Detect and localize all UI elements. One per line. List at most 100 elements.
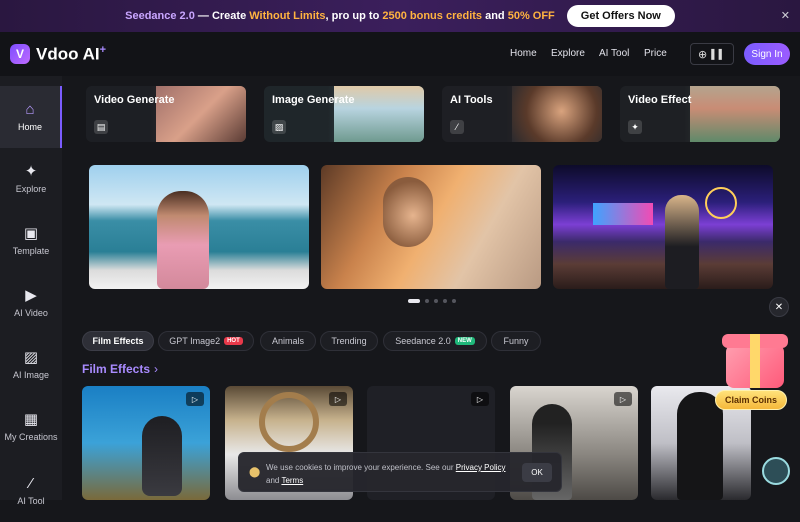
tab-film-effects[interactable]: Film Effects: [82, 331, 154, 351]
sidebar-item-label: AI Video: [14, 308, 48, 318]
close-icon[interactable]: ✕: [781, 9, 790, 22]
tab-trending[interactable]: Trending: [320, 331, 378, 351]
promo-highlight-1: Without Limits: [249, 10, 326, 22]
carousel-dot[interactable]: [443, 299, 447, 303]
tab-label: Film Effects: [92, 336, 144, 346]
card-image-generate[interactable]: Image Generate ▨: [264, 86, 424, 142]
grid-icon: ▦: [23, 411, 39, 428]
new-badge: NEW: [454, 337, 475, 345]
promo-text-1: — Create: [194, 10, 250, 22]
promo-highlight-2: 2500 bonus credits: [382, 10, 483, 22]
play-icon[interactable]: ▷: [186, 392, 204, 406]
person-figure: [157, 191, 209, 289]
sidebar-item-label: AI Image: [12, 370, 50, 380]
promo-product: Seedance 2.0: [125, 10, 195, 22]
privacy-policy-link[interactable]: Privacy Policy: [456, 463, 506, 472]
section-title-text: Film Effects: [82, 362, 151, 376]
home-icon: ⌂: [25, 101, 35, 118]
nav-home[interactable]: Home: [510, 48, 537, 59]
play-icon[interactable]: ▷: [329, 392, 347, 406]
section-title[interactable]: Film Effects ›: [82, 362, 158, 376]
card-title: Video Effect: [628, 94, 692, 106]
card-video-effect[interactable]: Video Effect ✦: [620, 86, 780, 142]
promo-text-2: , pro up to: [325, 10, 383, 22]
chat-avatar-icon[interactable]: [762, 457, 790, 485]
get-offers-button[interactable]: Get Offers Now: [566, 5, 675, 27]
gift-box-icon[interactable]: [718, 322, 792, 392]
tab-funny[interactable]: Funny: [491, 331, 541, 351]
carousel-slide[interactable]: [89, 165, 309, 289]
logo-icon: V: [10, 44, 30, 65]
card-title: Video Generate: [94, 94, 175, 106]
chevron-right-icon: ›: [154, 362, 159, 376]
nav-explore[interactable]: Explore: [551, 48, 585, 59]
tab-gpt-image2[interactable]: GPT Image2 HOT: [158, 331, 254, 351]
carousel-dot[interactable]: [408, 299, 420, 303]
sidebar-item-my-creations[interactable]: ▦ My Creations: [0, 396, 62, 458]
columns-icon: ▌▌: [711, 49, 726, 59]
portal-ring: [259, 392, 319, 452]
card-title: Image Generate: [272, 94, 355, 106]
ferris-wheel: [705, 187, 737, 219]
card-title: AI Tools: [450, 94, 493, 106]
sidebar-item-ai-tool[interactable]: ⁄ AI Tool: [0, 460, 62, 522]
promo-text-3: and: [482, 10, 508, 22]
close-gift-button[interactable]: ✕: [769, 297, 789, 317]
tab-animals[interactable]: Animals: [260, 331, 316, 351]
tab-label: Trending: [331, 336, 367, 346]
claim-coins-button[interactable]: Claim Coins: [715, 390, 787, 410]
tab-label: Animals: [271, 336, 304, 346]
brand-name: Vdoo AI+: [36, 44, 107, 64]
sign-in-button[interactable]: Sign In: [744, 43, 790, 65]
cookie-text: We use cookies to improve your experienc…: [266, 461, 516, 487]
promo-banner: Seedance 2.0 — Create Without Limits , p…: [0, 0, 800, 32]
cookie-ok-button[interactable]: OK: [522, 463, 552, 482]
cookie-icon: ⬤: [249, 467, 261, 478]
card-video-generate[interactable]: Video Generate ▤: [86, 86, 246, 142]
image-icon: ▨: [272, 120, 286, 134]
diver-figure: [142, 416, 182, 496]
wand-icon: ⁄: [29, 475, 33, 492]
person-figure: [383, 177, 433, 247]
carousel-slide[interactable]: [553, 165, 773, 289]
sidebar-item-label: Explore: [15, 184, 47, 194]
carousel-dot[interactable]: [425, 299, 429, 303]
logo[interactable]: V Vdoo AI+: [10, 44, 106, 65]
nav-price[interactable]: Price: [644, 48, 667, 59]
sidebar-item-home[interactable]: ⌂ Home: [0, 86, 62, 148]
terms-link[interactable]: Terms: [281, 476, 303, 485]
card-ai-tools[interactable]: AI Tools ⁄: [442, 86, 602, 142]
cookie-message: We use cookies to improve your experienc…: [266, 463, 456, 472]
video-icon: ▶: [25, 287, 37, 304]
carousel-dot[interactable]: [434, 299, 438, 303]
top-header: [0, 32, 800, 76]
language-button[interactable]: ⊕ ▌▌: [690, 43, 734, 65]
hot-badge: HOT: [224, 337, 243, 345]
sidebar-item-ai-image[interactable]: ▨ AI Image: [0, 334, 62, 396]
sparkle-icon: ✦: [24, 163, 38, 180]
image-icon: ▨: [23, 349, 39, 366]
sidebar: ⌂ Home ✦ Explore ▣ Template ▶ AI Video ▨…: [0, 76, 62, 506]
film-card[interactable]: ▷: [82, 386, 210, 500]
tab-label: GPT Image2: [169, 336, 221, 346]
promo-highlight-3: 50% OFF: [507, 10, 555, 22]
carousel-slide[interactable]: [321, 165, 541, 289]
carousel-dots: [408, 299, 456, 303]
sidebar-item-label: AI Tool: [17, 496, 45, 506]
play-icon[interactable]: ▷: [471, 392, 489, 406]
stage-screen: [593, 203, 653, 225]
sidebar-item-label: My Creations: [4, 432, 58, 442]
wand-icon: ⁄: [450, 120, 464, 134]
sparkle-icon: ✦: [628, 120, 642, 134]
sidebar-item-label: Template: [12, 246, 50, 256]
video-icon: ▤: [94, 120, 108, 134]
nav-ai-tool[interactable]: AI Tool: [599, 48, 629, 59]
play-icon[interactable]: ▷: [614, 392, 632, 406]
tab-seedance-2[interactable]: Seedance 2.0 NEW: [383, 331, 487, 351]
sidebar-item-explore[interactable]: ✦ Explore: [0, 148, 62, 210]
card-image: [512, 86, 602, 142]
carousel-dot[interactable]: [452, 299, 456, 303]
sidebar-item-template[interactable]: ▣ Template: [0, 210, 62, 272]
tab-label: Funny: [503, 336, 529, 346]
sidebar-item-ai-video[interactable]: ▶ AI Video: [0, 272, 62, 334]
